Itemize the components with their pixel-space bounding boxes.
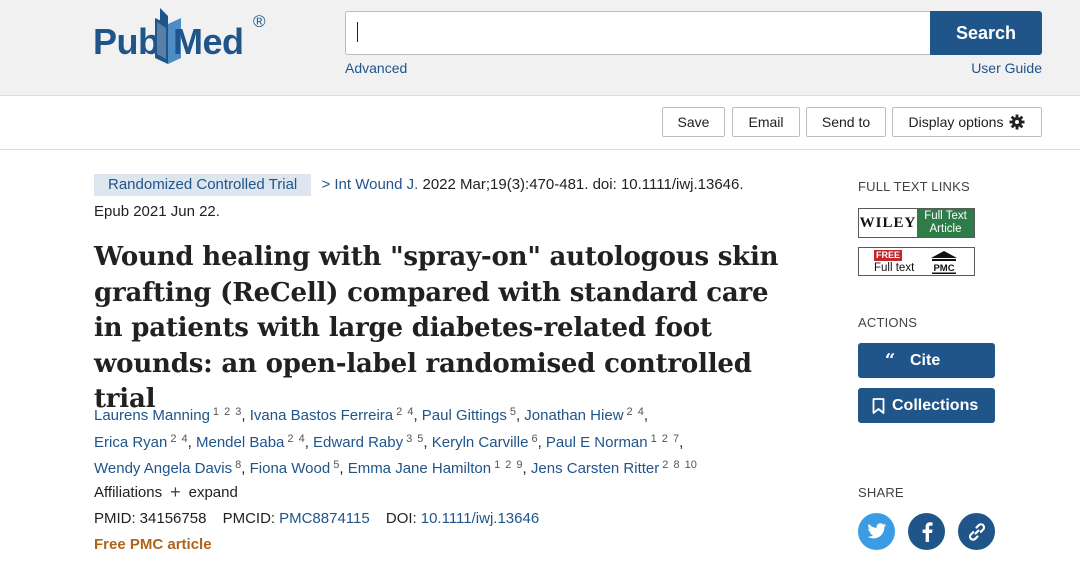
affiliation-refs[interactable]: 1 2 9 [494, 459, 522, 471]
bookmark-icon [872, 397, 885, 414]
save-button[interactable]: Save [662, 107, 725, 137]
author-link[interactable]: Jonathan Hiew [524, 407, 623, 424]
display-options-button[interactable]: Display options [892, 107, 1042, 137]
facebook-icon [922, 521, 933, 542]
actions-heading: ACTIONS [858, 315, 918, 330]
author-link[interactable]: Wendy Angela Davis [94, 460, 232, 477]
affiliation-refs[interactable]: 1 2 7 [651, 433, 679, 445]
share-heading: SHARE [858, 485, 904, 500]
affiliation-refs[interactable]: 5 [510, 406, 516, 418]
send-to-button[interactable]: Send to [806, 107, 886, 137]
affiliation-refs[interactable]: 2 4 [627, 406, 644, 418]
pmc-full-text-label: Full text [874, 262, 915, 274]
full-text-links-heading: FULL TEXT LINKS [858, 179, 970, 194]
logo-registered-mark: ® [253, 12, 266, 31]
affiliation-refs[interactable]: 3 5 [406, 433, 423, 445]
affiliation-refs[interactable]: 2 4 [287, 433, 304, 445]
author-link[interactable]: Fiona Wood [250, 460, 331, 477]
share-twitter-button[interactable] [858, 513, 895, 550]
wiley-logo: WILEY [859, 214, 917, 231]
affiliation-refs[interactable]: 2 4 [170, 433, 187, 445]
author-link[interactable]: Erica Ryan [94, 434, 167, 451]
pmid-value: 34156758 [139, 510, 207, 527]
affiliation-refs[interactable]: 1 2 3 [213, 406, 241, 418]
logo-med-text: Med [173, 21, 244, 62]
pmcid-link[interactable]: PMC8874115 [279, 510, 370, 527]
search-input[interactable] [345, 11, 931, 55]
doi-label: DOI: [385, 510, 417, 527]
user-guide-link[interactable]: User Guide [971, 60, 1042, 76]
wiley-label-line2: Article [929, 222, 962, 235]
collections-button[interactable]: Collections [858, 388, 995, 423]
affiliation-refs[interactable]: 2 4 [396, 406, 413, 418]
cite-label: Cite [910, 351, 941, 369]
affiliation-refs[interactable]: 2 8 10 [662, 459, 697, 471]
affiliation-refs[interactable]: 5 [333, 459, 339, 471]
text-caret [357, 22, 358, 42]
citation-text: 2022 Mar;19(3):470-481. doi: 10.1111/iwj… [422, 176, 744, 193]
wiley-label-line1: Full Text [924, 210, 967, 222]
affiliations-toggle[interactable]: Affiliations + expand [94, 482, 238, 502]
expand-label: expand [188, 484, 238, 501]
journal-link[interactable]: Int Wound J. [334, 176, 418, 193]
display-options-label: Display options [908, 114, 1004, 130]
pubmed-logo[interactable]: Pub Med ® [93, 8, 283, 70]
quote-icon: “ [884, 349, 896, 371]
author-link[interactable]: Edward Raby [313, 434, 403, 451]
epub-date: Epub 2021 Jun 22. [94, 203, 220, 220]
publication-type-badge[interactable]: Randomized Controlled Trial [94, 174, 312, 196]
author-link[interactable]: Jens Carsten Ritter [531, 460, 659, 477]
chevron-right-icon: > [321, 176, 331, 193]
author-link[interactable]: Keryln Carville [432, 434, 529, 451]
wiley-full-text-label: Full Text Article [917, 209, 974, 237]
doi-link[interactable]: 10.1111/iwj.13646 [421, 510, 539, 527]
site-header: Pub Med ® Search Advanced User Guide [0, 0, 1080, 96]
author-link[interactable]: Paul Gittings [422, 407, 507, 424]
email-button[interactable]: Email [732, 107, 800, 137]
pmcid-label: PMCID: [222, 510, 276, 527]
collections-label: Collections [892, 396, 979, 414]
twitter-icon [867, 523, 886, 539]
article-toolbar: Save Email Send to Display options [0, 96, 1080, 150]
author-link[interactable]: Ivana Bastos Ferreira [250, 407, 393, 424]
advanced-search-link[interactable]: Advanced [345, 60, 407, 76]
free-pmc-article-label: Free PMC article [94, 536, 212, 553]
article-title: Wound healing with "spray-on" autologous… [94, 242, 779, 414]
plus-icon: + [170, 482, 181, 502]
link-icon [968, 522, 985, 541]
share-permalink-button[interactable] [958, 513, 995, 550]
cite-button[interactable]: “ Cite [858, 343, 995, 378]
affiliations-label: Affiliations [94, 484, 163, 501]
author-link[interactable]: Paul E Norman [546, 434, 648, 451]
pmc-building-icon: PMC [931, 251, 957, 274]
citation-line: Randomized Controlled Trial > Int Wound … [94, 174, 794, 196]
wiley-full-text-link[interactable]: WILEY Full Text Article [858, 208, 975, 238]
pmc-label: PMC [933, 263, 954, 274]
gear-icon [1009, 114, 1025, 130]
search-button[interactable]: Search [930, 11, 1042, 55]
affiliation-refs[interactable]: 6 [531, 433, 537, 445]
affiliation-refs[interactable]: 8 [235, 459, 241, 471]
free-badge: FREE [874, 250, 903, 261]
pmid-label: PMID: [94, 510, 136, 527]
author-link[interactable]: Mendel Baba [196, 434, 284, 451]
share-facebook-button[interactable] [908, 513, 945, 550]
article-identifiers: PMID: 34156758 PMCID: PMC8874115 DOI: 10.11… [94, 510, 539, 527]
pmc-free-full-text-link[interactable]: FREE Full text PMC [858, 247, 975, 276]
authors-list: Laurens Manning 1 2 3, Ivana Bastos Ferre… [94, 406, 697, 477]
author-link[interactable]: Emma Jane Hamilton [348, 460, 491, 477]
logo-pub-text: Pub [93, 21, 160, 62]
author-link[interactable]: Laurens Manning [94, 407, 210, 424]
